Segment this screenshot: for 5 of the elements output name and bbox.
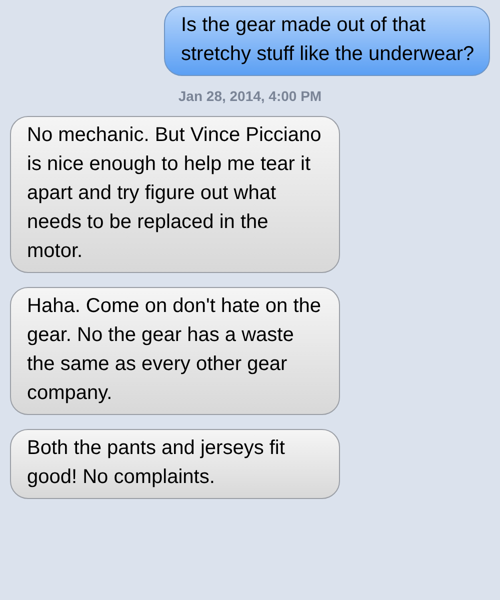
- sent-message-bubble: Is the gear made out of that stretchy stuff like the underwear?: [164, 6, 490, 76]
- received-message-bubble: Both the pants and jerseys fit good! No complaints.: [10, 429, 340, 499]
- timestamp: Jan 28, 2014, 4:00 PM: [177, 88, 323, 104]
- received-message-bubble: No mechanic. But Vince Picciano is nice enough to help me tear it apart and try figure out what needs to be replaced in the motor.: [10, 116, 340, 273]
- received-message-bubble: Haha. Come on don't hate on the gear. No the gear has a waste the same as every other gear company.: [10, 287, 340, 415]
